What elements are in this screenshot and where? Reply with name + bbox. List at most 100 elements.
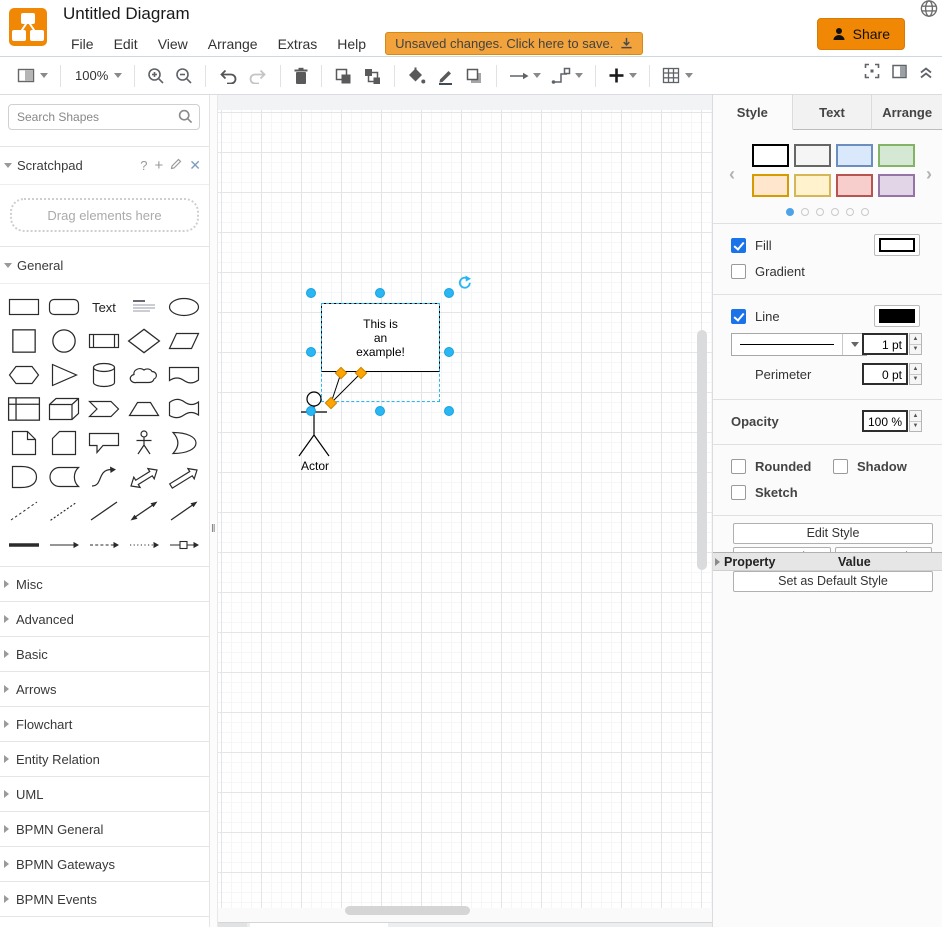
sidebar-section-basic[interactable]: Basic (0, 637, 209, 672)
shape-cloud[interactable] (124, 358, 164, 392)
line-width-input[interactable]: 1 pt (862, 333, 908, 355)
preset-green[interactable] (878, 144, 915, 167)
shape-line[interactable] (84, 494, 124, 528)
diagram-canvas[interactable]: This is an example! Actor (218, 95, 712, 927)
shape-step[interactable] (84, 392, 124, 426)
page-dot[interactable] (861, 208, 869, 216)
menu-extras[interactable]: Extras (268, 34, 328, 54)
menu-file[interactable]: File (61, 34, 104, 54)
shape-ellipse[interactable] (164, 290, 204, 324)
shape-document[interactable] (164, 358, 204, 392)
sidebar-section-bpmn-events[interactable]: BPMN Events (0, 882, 209, 917)
document-title[interactable]: Untitled Diagram (63, 4, 190, 24)
language-globe-icon[interactable] (919, 0, 939, 19)
splitter-handle[interactable]: ‖ (211, 523, 215, 535)
insert-button[interactable] (603, 64, 642, 87)
line-checkbox[interactable] (731, 309, 746, 324)
menu-edit[interactable]: Edit (104, 34, 148, 54)
line-color-swatch[interactable] (874, 305, 920, 327)
sidebar-section-bpmn-general[interactable]: BPMN General (0, 812, 209, 847)
sidebar-section-advanced[interactable]: Advanced (0, 602, 209, 637)
page-dot[interactable] (786, 208, 794, 216)
fullscreen-button[interactable] (863, 62, 881, 85)
scratchpad-close-icon[interactable]: ✕ (189, 157, 201, 174)
page-dot[interactable] (831, 208, 839, 216)
general-section-header[interactable]: General (0, 246, 209, 284)
redo-button[interactable] (243, 65, 273, 87)
shadow-checkbox[interactable] (833, 459, 848, 474)
shape-dotted-line[interactable] (44, 494, 84, 528)
shape-arrow-connector[interactable] (44, 528, 84, 562)
preset-red[interactable] (836, 174, 873, 197)
resize-handle-w[interactable] (306, 347, 316, 357)
shape-trapezoid[interactable] (124, 392, 164, 426)
to-front-button[interactable] (329, 64, 358, 88)
shape-dotted-arrow-connector[interactable] (124, 528, 164, 562)
preset-purple[interactable] (878, 174, 915, 197)
tab-text[interactable]: Text (793, 95, 873, 130)
perimeter-input[interactable]: 0 pt (862, 363, 908, 385)
sidebar-section-flowchart[interactable]: Flowchart (0, 707, 209, 742)
fill-checkbox[interactable] (731, 238, 746, 253)
opacity-input[interactable]: 100 % (862, 410, 908, 432)
shape-rounded-rectangle[interactable] (44, 290, 84, 324)
shape-internal-storage[interactable] (4, 392, 44, 426)
zoom-in-button[interactable] (142, 64, 170, 88)
menu-arrange[interactable]: Arrange (198, 34, 268, 54)
shape-card[interactable] (44, 426, 84, 460)
shape-square[interactable] (4, 324, 44, 358)
tab-style[interactable]: Style (713, 95, 793, 130)
resize-handle-se[interactable] (444, 406, 454, 416)
perimeter-stepper[interactable]: ▲▼ (909, 363, 922, 385)
sidebar-splitter[interactable]: ‖ (210, 95, 218, 927)
share-button[interactable]: Share (817, 18, 905, 50)
horizontal-scrollbar-thumb[interactable] (345, 906, 470, 915)
shape-arrow[interactable] (164, 460, 204, 494)
scratchpad-edit-icon[interactable] (170, 158, 182, 173)
shape-bidirectional-connector[interactable] (124, 494, 164, 528)
scratchpad-drop-zone[interactable]: Drag elements here (10, 198, 199, 232)
table-button[interactable] (657, 64, 698, 87)
connection-button[interactable] (504, 67, 546, 85)
expand-properties-icon[interactable] (715, 558, 720, 566)
vertical-scrollbar-thumb[interactable] (697, 330, 707, 570)
collapse-toolbar-button[interactable] (918, 63, 934, 84)
shape-and[interactable] (4, 460, 44, 494)
search-icon[interactable] (178, 109, 193, 129)
sidebar-section-uml[interactable]: UML (0, 777, 209, 812)
shape-note[interactable] (4, 426, 44, 460)
shape-directional-connector[interactable] (164, 494, 204, 528)
resize-handle-sw[interactable] (306, 406, 316, 416)
undo-button[interactable] (213, 65, 243, 87)
shape-process[interactable] (84, 324, 124, 358)
page-dot[interactable] (846, 208, 854, 216)
shape-bidirectional-arrow[interactable] (124, 460, 164, 494)
shape-triangle[interactable] (44, 358, 84, 392)
shape-callout[interactable] (84, 426, 124, 460)
shape-parallelogram[interactable] (164, 324, 204, 358)
preset-white[interactable] (752, 144, 789, 167)
set-default-style-button[interactable]: Set as Default Style (733, 571, 933, 592)
shape-curve[interactable] (84, 460, 124, 494)
preset-orange[interactable] (752, 174, 789, 197)
shape-hexagon[interactable] (4, 358, 44, 392)
shape-link[interactable] (4, 528, 44, 562)
sidebar-section-bpmn-gateways[interactable]: BPMN Gateways (0, 847, 209, 882)
shape-dashed-arrow-connector[interactable] (84, 528, 124, 562)
zoom-dropdown[interactable]: 100% (68, 65, 127, 86)
scratchpad-help-icon[interactable]: ? (140, 158, 147, 173)
page-view-button[interactable] (12, 64, 53, 87)
page-tab[interactable] (250, 923, 388, 927)
preset-gray[interactable] (794, 144, 831, 167)
sidebar-section-misc[interactable]: Misc (0, 567, 209, 602)
waypoints-button[interactable] (546, 64, 588, 87)
sidebar-section-arrows[interactable]: Arrows (0, 672, 209, 707)
delete-button[interactable] (288, 64, 314, 88)
fill-color-button[interactable] (402, 64, 431, 88)
gradient-checkbox[interactable] (731, 264, 746, 279)
unsaved-changes-button[interactable]: Unsaved changes. Click here to save. (385, 32, 643, 55)
menu-help[interactable]: Help (327, 34, 376, 54)
scratchpad-header[interactable]: Scratchpad ? + ✕ (0, 147, 209, 185)
shape-rectangle[interactable] (4, 290, 44, 324)
resize-handle-e[interactable] (444, 347, 454, 357)
